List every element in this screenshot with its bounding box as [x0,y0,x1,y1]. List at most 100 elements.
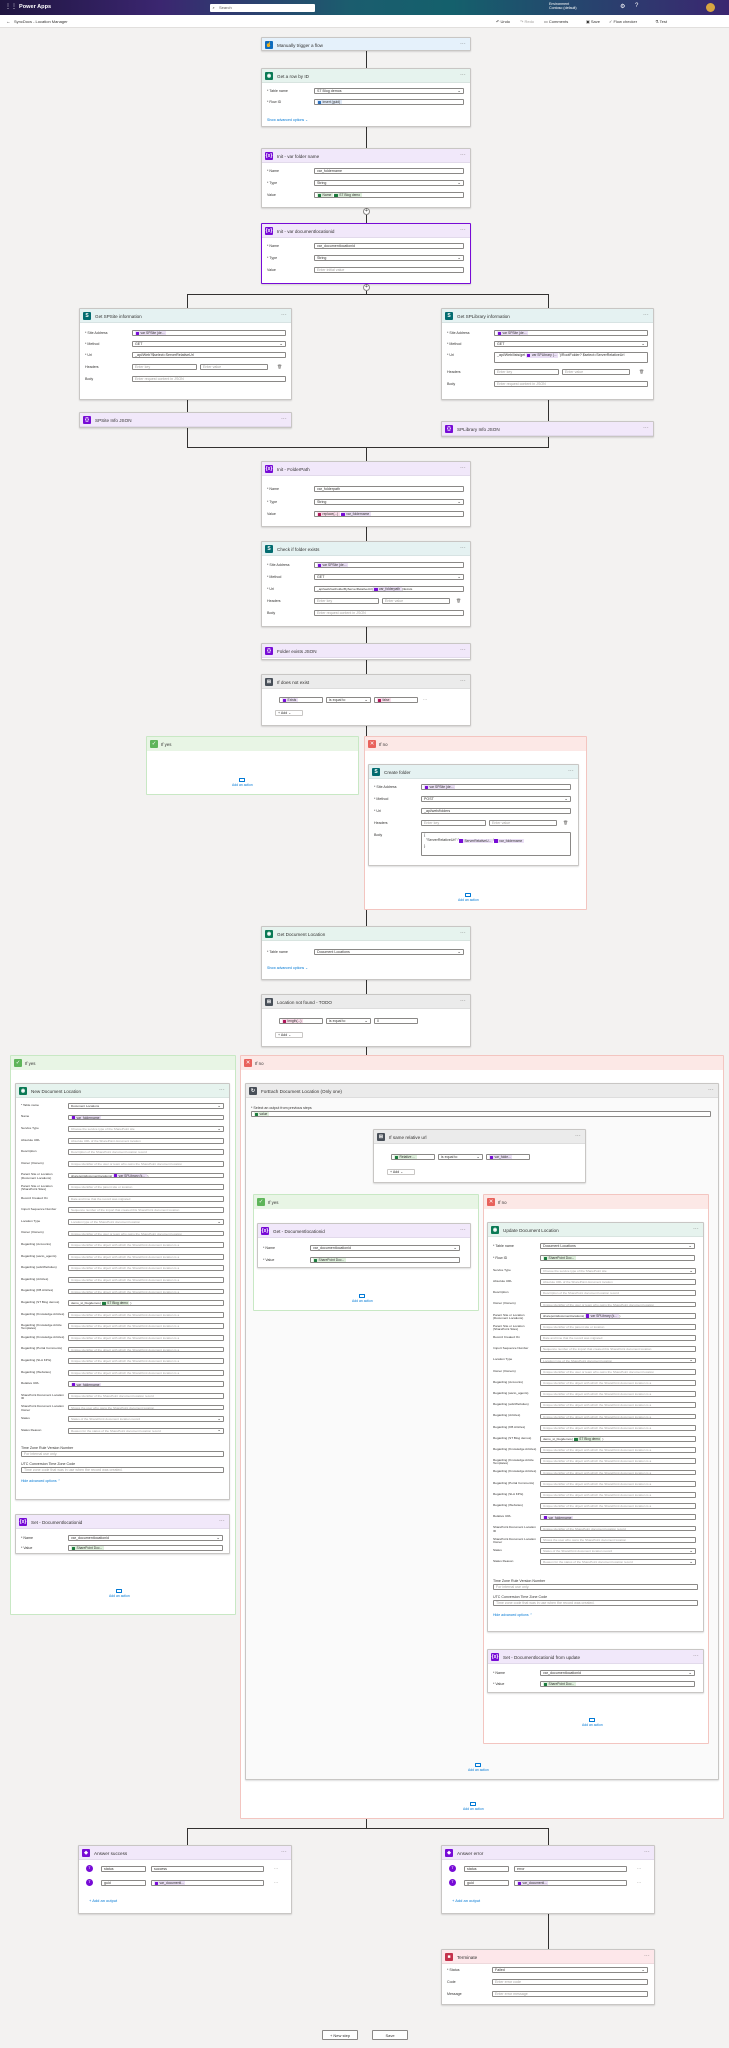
app-brand[interactable]: Power Apps [19,4,51,10]
row-id-input[interactable]: SharePoint Doc... [540,1255,695,1261]
field-input[interactable]: Document Locations [68,1103,224,1109]
field-input[interactable]: Choose the service type of the SharePoin… [68,1126,224,1132]
undo-button[interactable]: ↶ Undo [496,19,510,24]
add-action-button[interactable]: Add an action [109,1589,130,1598]
set-documentlocationid-update-card[interactable]: {x} Set - Documentlocationid from update… [487,1649,704,1693]
method-select[interactable]: GET [132,341,286,347]
field-input[interactable]: Unique identifier of the object with whi… [68,1346,224,1353]
value-input[interactable]: SharePoint Doc... [68,1545,223,1551]
more-options-icon[interactable]: ··· [460,41,466,47]
site-address-input[interactable]: var SPSite (de... [421,784,571,790]
header-key-input[interactable]: Enter key [314,598,379,604]
field-input[interactable]: Unique identifier of the object with whi… [68,1323,224,1330]
code-input[interactable]: Enter error code [492,1979,648,1985]
comments-button[interactable]: ▭ Comments [544,19,568,24]
field-input[interactable]: Unique identifier of the object with whi… [540,1503,696,1509]
init-docloc-card[interactable]: {x} Init - var documentlocationid ··· * … [261,223,471,284]
field-input[interactable]: Unique identifier of the object with whi… [68,1335,224,1341]
message-input[interactable]: Enter error message [492,1991,648,1997]
add-row-button[interactable]: + Add ⌄ [387,1169,415,1175]
body-input[interactable]: Enter request content in JSON [314,610,464,616]
output-key-input[interactable]: status [464,1866,509,1872]
output-value-input[interactable]: var_documentl... [514,1880,627,1886]
table-name-select[interactable]: Document Locations [540,1243,695,1249]
header-key-input[interactable]: Enter key [132,364,197,370]
output-value-input[interactable]: error [514,1866,627,1872]
name-select[interactable]: var_documentlocationid [68,1535,223,1541]
more-options-icon[interactable]: ··· [643,425,649,431]
answer-error-card[interactable]: ◆ Answer error ··· T status error ··· T … [441,1845,655,1914]
terminate-card[interactable]: ■ Terminate ··· * Status Failed Code Ent… [441,1949,655,2005]
output-value-input[interactable]: success [151,1866,264,1872]
condition-card[interactable]: ⊞ If does not exist ··· Exists is equal … [261,674,471,726]
value-input[interactable]: SharePoint Doc... [310,1257,460,1263]
add-action-button[interactable]: Add an action [352,1294,373,1303]
table-name-select[interactable]: ST Blog demos [314,88,464,94]
field-input[interactable]: Unique identifier of the user or team wh… [68,1230,224,1237]
body-input[interactable]: Enter request content in JSON [494,381,648,387]
environment-selector[interactable]: Environment Contoso (default) [549,2,577,11]
header-value-input[interactable]: Enter value [489,820,557,826]
row-id-input[interactable]: Insert (guid) [314,99,464,105]
name-input[interactable]: var_foldername [314,168,464,174]
field-input[interactable]: Unique identifier of the user or team wh… [68,1161,224,1167]
field-input[interactable]: Unique identifier of the object with whi… [540,1492,696,1498]
more-options-icon[interactable]: ··· [281,416,287,422]
field-input[interactable]: Shows the user who owns the SharePoint d… [68,1404,224,1411]
field-input[interactable]: Unique identifier of the object with whi… [540,1424,696,1431]
method-select[interactable]: GET [314,574,464,580]
more-options-icon[interactable]: ··· [460,998,466,1004]
new-step-button[interactable]: + New step [322,2030,358,2040]
hide-advanced-link[interactable]: Hide advanced options ⌃ [493,1613,533,1617]
field-input[interactable]: Unique identifier of the parent site or … [540,1324,696,1330]
table-name-select[interactable]: Document Locations [314,949,464,955]
field-input[interactable]: Shows the user who owns the SharePoint d… [540,1536,696,1543]
output-key-input[interactable]: guid [101,1880,146,1886]
new-document-location-card[interactable]: ◉ New Document Location ··· * Table name… [15,1083,230,1500]
add-row-button[interactable]: + Add ⌄ [275,1032,303,1038]
search-input[interactable]: ⌕ Search [210,4,315,12]
more-options-icon[interactable]: ··· [644,1953,650,1959]
condition-card[interactable]: ⊞ Location not found - TODO ··· length(.… [261,994,471,1047]
more-options-icon[interactable]: ··· [281,1849,287,1855]
field-input[interactable]: Reason for the status of the SharePoint … [540,1559,696,1565]
add-row-button[interactable]: + Add ⌄ [275,710,303,716]
field-input[interactable]: Unique identifier of the object with whi… [540,1391,696,1397]
type-select[interactable]: String [314,499,464,505]
check-folder-card[interactable]: S Check if folder exists ··· * Site Addr… [261,541,471,627]
field-input[interactable]: Unique identifier of the user or team wh… [540,1301,696,1308]
field-input[interactable]: Choose the service type of the SharePoin… [540,1268,696,1274]
condition-right-operand[interactable]: false [374,697,418,703]
more-options-icon[interactable]: ··· [460,678,466,684]
answer-success-card[interactable]: ◆ Answer success ··· T status success ··… [78,1845,292,1914]
more-options-icon[interactable]: ··· [274,1866,278,1871]
more-options-icon[interactable]: ··· [281,312,287,318]
more-options-icon[interactable]: ··· [644,1849,650,1855]
delete-icon[interactable]: 🗑 [277,364,282,369]
field-input[interactable]: Unique identifier of the object with whi… [540,1469,696,1476]
type-select[interactable]: String [314,255,464,261]
field-input[interactable]: Unique identifier of the object with whi… [68,1369,224,1376]
update-document-location-card[interactable]: ◉ Update Document Location ··· * Table n… [487,1222,704,1632]
header-value-input[interactable]: Enter value [200,364,268,370]
more-options-icon[interactable]: ··· [219,1518,225,1524]
field-input[interactable]: Unique identifier of the user or team wh… [540,1368,696,1375]
more-options-icon[interactable]: ··· [575,1133,581,1139]
more-options-icon[interactable]: ··· [460,72,466,78]
uri-input[interactable]: _api/Web?$select=ServerRelativeUrl [132,352,286,358]
get-spsite-card[interactable]: S Get SPSite information ··· * Site Addr… [79,308,292,400]
more-options-icon[interactable]: ··· [568,768,574,774]
user-avatar[interactable] [706,3,715,12]
back-arrow-icon[interactable]: ← [6,19,11,24]
footer-save-button[interactable]: Save [372,2030,408,2040]
value-input[interactable]: Name ST Blog demo [314,192,464,198]
more-options-icon[interactable]: ··· [274,1880,278,1885]
header-value-input[interactable]: Enter value [562,369,630,375]
header-value-input[interactable]: Enter value [382,598,450,604]
output-key-input[interactable]: guid [464,1880,509,1886]
condition-right-operand[interactable]: 0 [374,1018,418,1024]
field-input[interactable]: Unique identifier of the object with whi… [540,1380,696,1386]
field-input[interactable]: demo_st_blogdemos( ST Blog demo ) [68,1300,224,1306]
splibrary-json-card[interactable]: {} SPLibrary Info JSON ··· [441,421,654,437]
field-input[interactable]: Unique identifier of the parent site or … [68,1184,224,1190]
